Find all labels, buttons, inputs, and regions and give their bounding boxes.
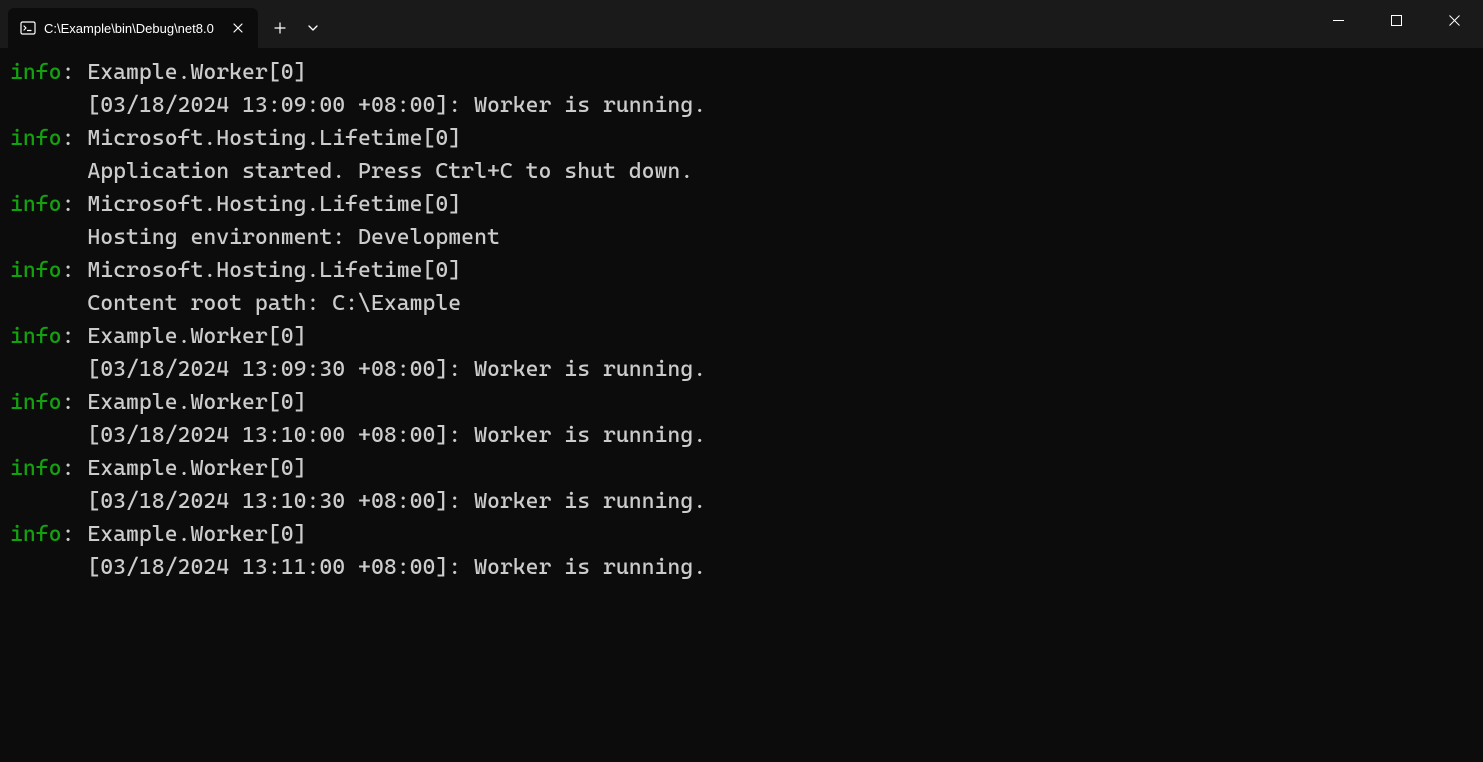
titlebar: C:\Example\bin\Debug\net8.0	[0, 0, 1483, 48]
tab-close-button[interactable]	[228, 18, 248, 38]
log-message: [03/18/2024 13:10:30 +08:00]: Worker is …	[10, 489, 706, 514]
log-category: : Example.Worker[0]	[62, 522, 307, 547]
log-entry-header: info: Microsoft.Hosting.Lifetime[0]	[10, 254, 1473, 287]
log-entry-message: [03/18/2024 13:09:00 +08:00]: Worker is …	[10, 89, 1473, 122]
maximize-button[interactable]	[1367, 0, 1425, 40]
log-entry-header: info: Microsoft.Hosting.Lifetime[0]	[10, 122, 1473, 155]
log-entry-header: info: Microsoft.Hosting.Lifetime[0]	[10, 188, 1473, 221]
log-entry-message: [03/18/2024 13:10:30 +08:00]: Worker is …	[10, 485, 1473, 518]
close-window-button[interactable]	[1425, 0, 1483, 40]
window-controls	[1309, 0, 1483, 40]
log-entry-message: [03/18/2024 13:10:00 +08:00]: Worker is …	[10, 419, 1473, 452]
new-tab-button[interactable]	[262, 10, 298, 46]
log-level: info	[10, 522, 62, 547]
log-entry-message: [03/18/2024 13:11:00 +08:00]: Worker is …	[10, 551, 1473, 584]
log-message: Hosting environment: Development	[10, 225, 500, 250]
log-level: info	[10, 126, 62, 151]
log-entry-message: [03/18/2024 13:09:30 +08:00]: Worker is …	[10, 353, 1473, 386]
tab-active[interactable]: C:\Example\bin\Debug\net8.0	[8, 8, 258, 48]
log-level: info	[10, 258, 62, 283]
log-category: : Microsoft.Hosting.Lifetime[0]	[62, 126, 462, 151]
log-entry-message: Application started. Press Ctrl+C to shu…	[10, 155, 1473, 188]
log-message: Content root path: C:\Example	[10, 291, 461, 316]
log-category: : Example.Worker[0]	[62, 456, 307, 481]
log-level: info	[10, 390, 62, 415]
log-level: info	[10, 60, 62, 85]
log-message: [03/18/2024 13:09:30 +08:00]: Worker is …	[10, 357, 706, 382]
log-category: : Example.Worker[0]	[62, 60, 307, 85]
minimize-button[interactable]	[1309, 0, 1367, 40]
log-category: : Microsoft.Hosting.Lifetime[0]	[62, 258, 462, 283]
tabs-region: C:\Example\bin\Debug\net8.0	[0, 0, 328, 48]
terminal-output[interactable]: info: Example.Worker[0] [03/18/2024 13:0…	[0, 48, 1483, 762]
log-entry-header: info: Example.Worker[0]	[10, 56, 1473, 89]
log-entry-header: info: Example.Worker[0]	[10, 320, 1473, 353]
log-level: info	[10, 456, 62, 481]
tab-title: C:\Example\bin\Debug\net8.0	[44, 21, 220, 36]
terminal-icon	[20, 20, 36, 36]
log-level: info	[10, 192, 62, 217]
log-entry-header: info: Example.Worker[0]	[10, 518, 1473, 551]
log-message: Application started. Press Ctrl+C to shu…	[10, 159, 693, 184]
log-category: : Example.Worker[0]	[62, 390, 307, 415]
log-message: [03/18/2024 13:10:00 +08:00]: Worker is …	[10, 423, 706, 448]
log-category: : Microsoft.Hosting.Lifetime[0]	[62, 192, 462, 217]
log-entry-header: info: Example.Worker[0]	[10, 386, 1473, 419]
log-entry-message: Hosting environment: Development	[10, 221, 1473, 254]
log-message: [03/18/2024 13:11:00 +08:00]: Worker is …	[10, 555, 706, 580]
log-entry-message: Content root path: C:\Example	[10, 287, 1473, 320]
log-message: [03/18/2024 13:09:00 +08:00]: Worker is …	[10, 93, 706, 118]
log-category: : Example.Worker[0]	[62, 324, 307, 349]
tab-dropdown-button[interactable]	[298, 10, 328, 46]
log-level: info	[10, 324, 62, 349]
log-entry-header: info: Example.Worker[0]	[10, 452, 1473, 485]
